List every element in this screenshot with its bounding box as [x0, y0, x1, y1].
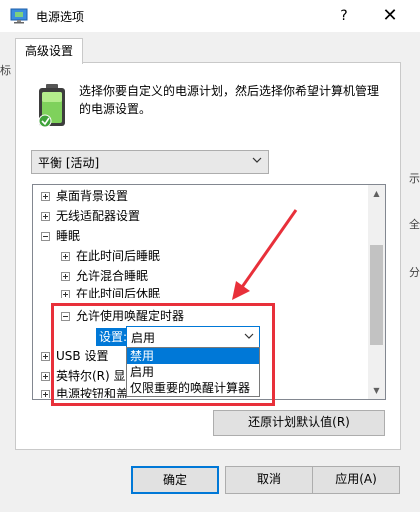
background-text-fragment: 分 [409, 266, 420, 279]
tree-item-label: 在此时间后休眠 [76, 287, 161, 298]
expand-icon[interactable] [61, 252, 70, 261]
expand-icon[interactable] [41, 390, 50, 398]
close-button[interactable]: ✕ [372, 4, 408, 28]
help-button[interactable]: ? [332, 5, 356, 27]
tree-item-hybrid-sleep[interactable]: 允许混合睡眠 [61, 266, 148, 286]
tree-item-wake-timers[interactable]: 允许使用唤醒定时器 [61, 306, 184, 326]
tree-item-label: 英特尔(R) 显 [56, 369, 126, 383]
tree-item-label: 桌面背景设置 [56, 189, 129, 203]
dropdown-option-important-only[interactable]: 仅限重要的唤醒计算器 [127, 380, 259, 396]
tree-item-power-buttons[interactable]: 电源按钮和盖 [41, 386, 128, 398]
scroll-down-icon[interactable]: ▼ [368, 382, 385, 399]
tab-advanced-settings[interactable]: 高级设置 [15, 38, 83, 64]
setting-value: 启用 [131, 331, 156, 345]
battery-icon [38, 84, 65, 128]
tree-item-sleep-after[interactable]: 在此时间后睡眠 [61, 246, 160, 266]
tree-item-hibernate-after[interactable]: 在此时间后休眠 [61, 286, 160, 298]
power-plan-select[interactable]: 平衡 [活动] [31, 150, 269, 174]
tree-item-usb-settings[interactable]: USB 设置 [41, 346, 108, 366]
tree-item-label: 在此时间后睡眠 [76, 249, 161, 263]
background-text-fragment: 示 [409, 172, 420, 185]
setting-label: 设置: [96, 328, 131, 346]
apply-button[interactable]: 应用(A) [312, 466, 400, 494]
power-options-icon [10, 8, 28, 24]
tree-item-label: 允许混合睡眠 [76, 269, 149, 283]
expand-icon[interactable] [61, 290, 70, 298]
tree-item-desktop-background[interactable]: 桌面背景设置 [41, 186, 128, 206]
tree-item-label: 允许使用唤醒定时器 [76, 309, 185, 323]
wake-timer-dropdown[interactable]: 禁用 启用 仅限重要的唤醒计算器 [126, 347, 260, 397]
dropdown-option-enable[interactable]: 启用 [127, 364, 259, 380]
expand-icon[interactable] [41, 372, 50, 381]
tree-item-intel-graphics[interactable]: 英特尔(R) 显 [41, 366, 126, 386]
scroll-up-icon[interactable]: ▲ [368, 185, 385, 202]
power-plan-value: 平衡 [活动] [38, 156, 100, 170]
scrollbar-thumb[interactable] [370, 245, 383, 345]
dropdown-option-disable[interactable]: 禁用 [127, 348, 259, 364]
ok-button[interactable]: 确定 [131, 466, 219, 494]
restore-defaults-button[interactable]: 还原计划默认值(R) [213, 410, 385, 436]
expand-icon[interactable] [61, 272, 70, 281]
chevron-down-icon [244, 333, 254, 339]
expand-icon[interactable] [41, 352, 50, 361]
expand-icon[interactable] [41, 192, 50, 201]
tree-item-wireless-adapter[interactable]: 无线适配器设置 [41, 206, 140, 226]
expand-icon[interactable] [41, 212, 50, 221]
wake-timer-setting-select[interactable]: 启用 [126, 326, 260, 348]
tree-item-label: 电源按钮和盖 [56, 387, 129, 398]
cancel-button[interactable]: 取消 [225, 466, 313, 494]
chevron-down-icon [252, 157, 262, 163]
tree-item-label: 无线适配器设置 [56, 209, 141, 223]
tree-item-label: USB 设置 [56, 349, 109, 363]
description-text: 选择你要自定义的电源计划，然后选择你希望计算机管理的电源设置。 [79, 84, 380, 116]
background-text-fragment: 全 [409, 218, 420, 231]
tree-item-label: 睡眠 [56, 229, 81, 243]
power-options-dialog: 标 示 全 分 电源选项 ? ✕ 高级设置 选择你要自定义的电源计划，然后选择你… [0, 0, 420, 512]
tree-item-sleep[interactable]: 睡眠 [41, 226, 80, 246]
window-title: 电源选项 [36, 10, 85, 24]
tree-scrollbar[interactable]: ▲ ▼ [368, 185, 385, 399]
collapse-icon[interactable] [41, 232, 50, 241]
collapse-icon[interactable] [61, 312, 70, 321]
background-text-fragment: 标 [0, 64, 11, 77]
title-bar: 电源选项 ? ✕ [0, 0, 420, 32]
